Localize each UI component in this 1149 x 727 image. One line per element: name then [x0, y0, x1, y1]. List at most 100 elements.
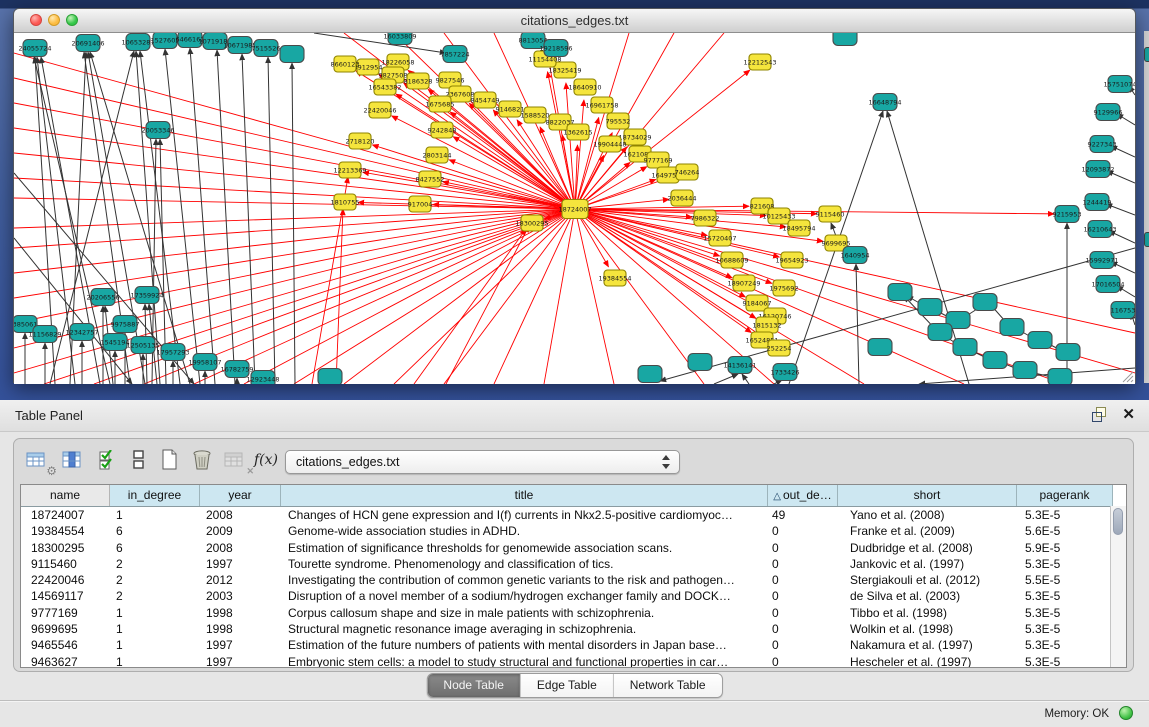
graph-node[interactable]: 17359924 [130, 287, 163, 304]
graph-node[interactable]: 9777169 [644, 152, 673, 168]
column-header-year[interactable]: year [200, 485, 281, 506]
graph-node[interactable]: 1815132 [753, 317, 782, 333]
graph-node[interactable]: 9227343 [1088, 136, 1117, 153]
network-canvas[interactable]: 1822605889129548660123982750881863289827… [14, 33, 1135, 384]
table-row[interactable]: 2242004622012Investigating the contribut… [21, 572, 1126, 588]
graph-node[interactable]: 1733426 [771, 364, 800, 381]
graph-node[interactable]: 7857224 [441, 46, 470, 63]
graph-node[interactable]: 1810755 [331, 194, 360, 210]
table-scrollbar[interactable] [1110, 506, 1126, 667]
graph-node[interactable]: 9215953 [1053, 206, 1082, 223]
tab-node-table[interactable]: Node Table [427, 674, 521, 697]
graph-node[interactable]: 12212543 [743, 54, 776, 70]
graph-node[interactable]: 8186328 [404, 73, 433, 89]
select-all-icon[interactable] [99, 448, 127, 474]
select-columns-icon[interactable] [62, 448, 90, 474]
column-header-pagerank[interactable]: pagerank [1017, 485, 1113, 506]
graph-node[interactable]: 12093872 [1081, 161, 1114, 178]
graph-node[interactable]: 19384554 [598, 270, 631, 286]
graph-node[interactable] [1013, 362, 1037, 379]
new-table-icon[interactable] [158, 448, 186, 474]
graph-node[interactable]: 16648794 [868, 94, 901, 111]
graph-node[interactable]: 7986322 [691, 210, 720, 226]
graph-node[interactable]: 1244419 [1083, 194, 1112, 211]
table-row[interactable]: 1872400712008Changes of HCN gene express… [21, 507, 1126, 523]
graph-node[interactable] [1048, 369, 1072, 385]
graph-node[interactable]: 15992971 [1085, 252, 1118, 269]
modify-table-icon[interactable]: ⚙ [26, 448, 54, 474]
graph-node[interactable] [953, 339, 977, 356]
graph-node[interactable] [973, 294, 997, 311]
graph-node[interactable] [638, 366, 662, 383]
graph-node[interactable] [918, 299, 942, 316]
table-row[interactable]: 911546021997Tourette syndrome. Phenomeno… [21, 556, 1126, 572]
graph-node[interactable]: 17016504 [1091, 276, 1124, 293]
graph-node[interactable] [928, 324, 952, 341]
graph-node[interactable]: 15751074 [1103, 76, 1135, 93]
graph-node[interactable] [833, 33, 857, 46]
graph-node[interactable]: 20053346 [141, 122, 174, 139]
graph-node[interactable]: 9975887 [111, 316, 140, 333]
table-selector-dropdown[interactable]: citations_edges.txt [285, 450, 680, 474]
graph-node[interactable]: 2718120 [346, 133, 375, 149]
graph-node[interactable]: 8427552 [416, 171, 445, 187]
table-row[interactable]: 1830029562008Estimation of significance … [21, 540, 1126, 556]
scrollbar-thumb[interactable] [1113, 508, 1123, 535]
graph-node[interactable]: 16210643 [1083, 221, 1116, 238]
function-builder-icon[interactable]: f(x) [252, 448, 280, 474]
graph-node[interactable]: 16961758 [585, 97, 618, 113]
table-row[interactable]: 946362711997Embryonic stem cells: a mode… [21, 654, 1126, 668]
graph-node[interactable]: 1362615 [564, 124, 593, 140]
tab-network-table[interactable]: Network Table [614, 674, 722, 697]
graph-node[interactable]: 11156829 [28, 326, 61, 343]
memory-status-indicator[interactable] [1119, 706, 1133, 720]
tab-edge-table[interactable]: Edge Table [521, 674, 614, 697]
graph-node[interactable]: 9115460 [816, 206, 845, 222]
graph-node[interactable] [1056, 344, 1080, 361]
graph-node[interactable]: 8660123 [331, 56, 360, 72]
graph-node[interactable]: 1675685 [426, 96, 455, 112]
graph-node[interactable]: 20206556 [86, 289, 119, 306]
window-titlebar[interactable]: citations_edges.txt [14, 9, 1135, 33]
column-header-short[interactable]: short [838, 485, 1017, 506]
table-row[interactable]: 946554611997Estimation of the future num… [21, 637, 1126, 653]
graph-node[interactable]: 12505135 [126, 337, 159, 354]
graph-node[interactable]: 12342757 [65, 324, 98, 341]
graph-node[interactable]: 10688609 [715, 252, 748, 268]
graph-node[interactable]: 19958107 [188, 354, 221, 371]
delete-table-icon[interactable]: ✕ [224, 448, 252, 474]
graph-node[interactable]: 795532 [606, 113, 631, 129]
graph-node[interactable]: 917004 [408, 196, 433, 212]
graph-node[interactable] [888, 284, 912, 301]
graph-node[interactable]: 20691406 [71, 35, 104, 52]
graph-node[interactable] [688, 354, 712, 371]
graph-node[interactable] [318, 369, 342, 385]
clear-selection-icon[interactable] [128, 448, 156, 474]
float-panel-icon[interactable] [1092, 407, 1107, 422]
graph-node[interactable]: 24055724 [18, 40, 51, 57]
graph-node[interactable]: 18724007 [558, 200, 591, 219]
table-row[interactable]: 1456911722003Disruption of a novel membe… [21, 588, 1126, 604]
graph-node[interactable] [868, 339, 892, 356]
graph-node[interactable] [1000, 319, 1024, 336]
graph-node[interactable]: 2036444 [668, 190, 697, 206]
graph-node[interactable]: 22420046 [363, 102, 396, 118]
graph-node[interactable]: 116753 [1111, 302, 1135, 319]
graph-node[interactable]: 7515526 [252, 40, 281, 57]
graph-node[interactable]: 252254 [767, 340, 792, 356]
graph-node[interactable]: 746264 [675, 164, 700, 180]
graph-node[interactable]: 9242848 [428, 122, 457, 138]
window-resize-grip[interactable] [1120, 369, 1134, 383]
graph-node[interactable] [280, 46, 304, 63]
table-row[interactable]: 1938455462009Genome-wide association stu… [21, 523, 1126, 539]
graph-node[interactable]: 1545194 [101, 334, 130, 351]
column-header-name[interactable]: name [21, 485, 110, 506]
graph-node[interactable] [983, 352, 1007, 369]
column-header-in_degree[interactable]: in_degree [110, 485, 200, 506]
delete-icon[interactable] [190, 448, 218, 474]
graph-node[interactable]: 1640954 [841, 247, 870, 264]
graph-node[interactable]: 2803144 [423, 147, 452, 163]
close-panel-icon[interactable]: ✕ [1122, 407, 1135, 422]
graph-node[interactable]: 1975692 [770, 280, 799, 296]
graph-node[interactable]: 12923448 [246, 371, 279, 385]
